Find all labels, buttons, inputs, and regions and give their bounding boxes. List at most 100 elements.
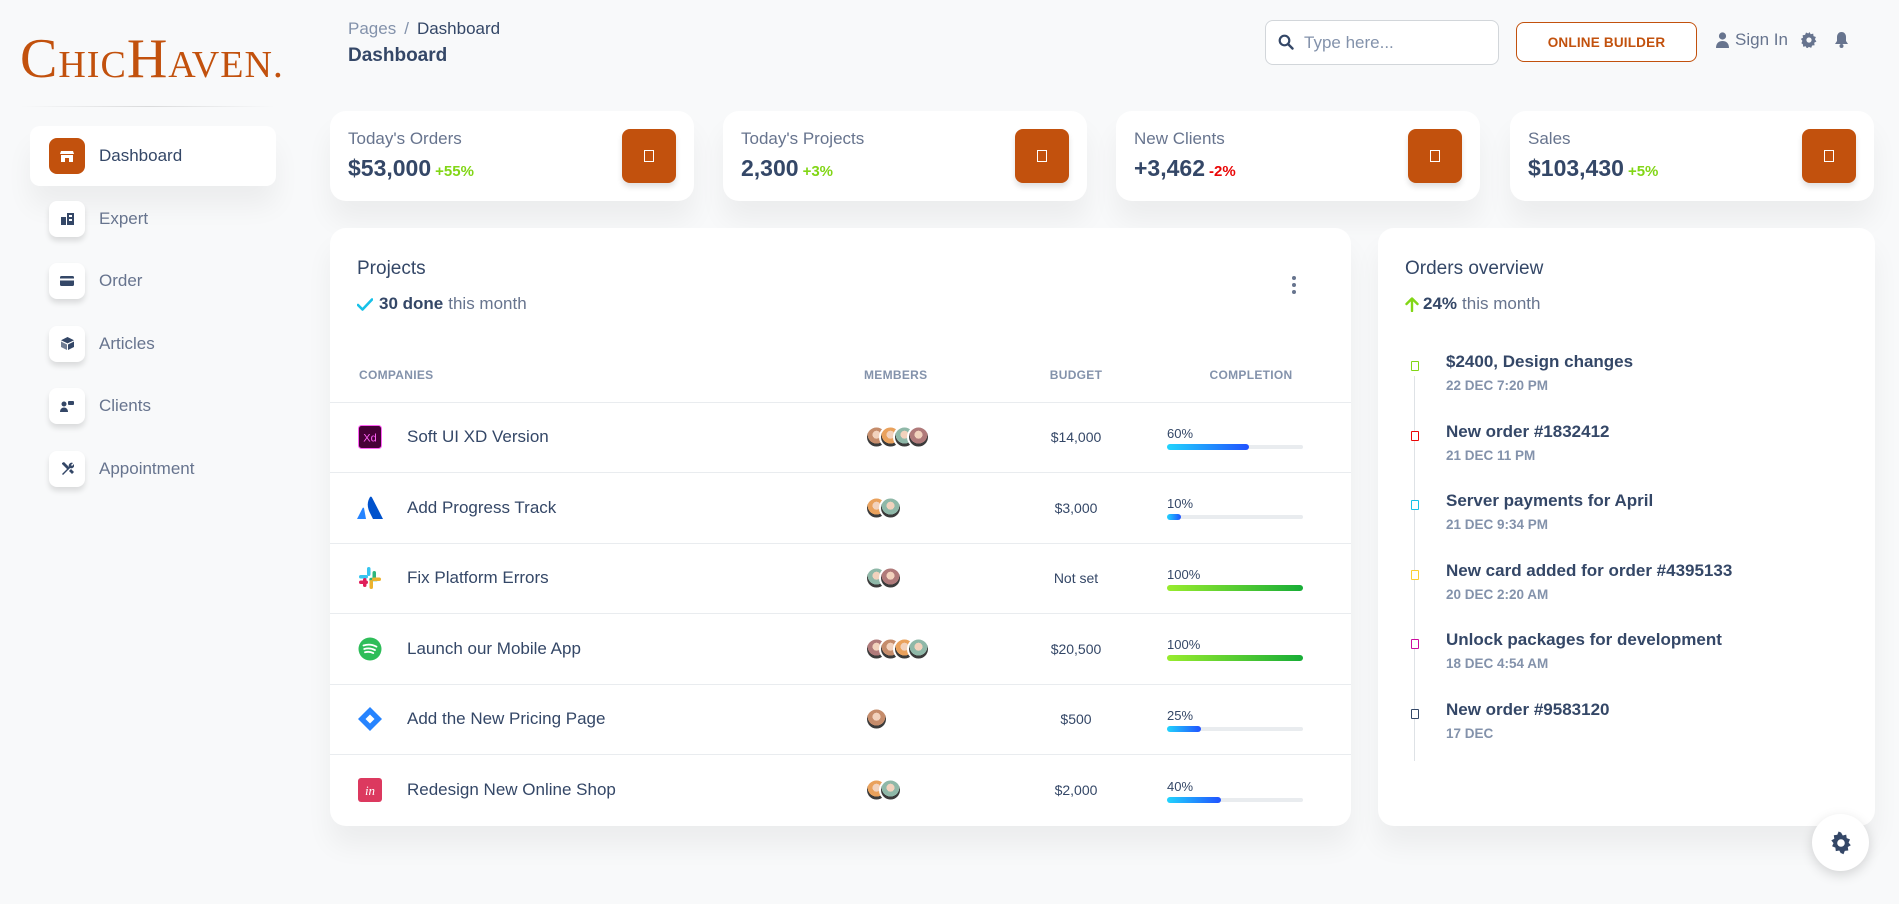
stat-label: Today's Orders: [348, 129, 462, 148]
members-avatars: [865, 425, 930, 449]
orders-percent: 24%: [1423, 294, 1458, 313]
atlassian-logo: [357, 495, 383, 521]
stat-icon: [1408, 129, 1462, 183]
table-row[interactable]: in Redesign New Online Shop $2,000 40%: [330, 755, 1351, 826]
progress-fill: [1167, 443, 1249, 450]
progress-fill: [1167, 796, 1222, 803]
sidebar-item-appointment[interactable]: Appointment: [30, 439, 276, 499]
sidebar-item-label: Expert: [99, 208, 149, 228]
stat-change: -2%: [1209, 163, 1236, 180]
budget-cell: Not set: [865, 543, 1151, 614]
svg-text:Xd: Xd: [363, 433, 376, 445]
check-icon: [357, 297, 373, 311]
search-box[interactable]: [1265, 20, 1499, 65]
members-avatars: [865, 566, 902, 590]
table-row[interactable]: Launch our Mobile App $20,500 100%: [330, 613, 1351, 685]
completion-cell: 40%: [1151, 755, 1351, 826]
sidebar-item-clients[interactable]: Clients: [30, 376, 276, 436]
breadcrumb: Pages / Dashboard: [348, 19, 500, 39]
completion-percent: 60%: [1167, 425, 1194, 441]
more-options-icon[interactable]: [1289, 276, 1299, 294]
breadcrumb-root[interactable]: Pages: [348, 19, 396, 38]
progress-bar: [1167, 796, 1303, 803]
stat-value: $103,430 +5%: [1528, 155, 1659, 181]
column-header-budget: Members Budget: [864, 368, 1151, 403]
table-row[interactable]: Add Progress Track $3,000 10%: [330, 472, 1351, 544]
avatar[interactable]: [865, 707, 888, 731]
progress-bar: [1167, 514, 1303, 521]
sidebar-item-label: Articles: [99, 333, 155, 353]
avatar[interactable]: [879, 778, 902, 802]
search-input[interactable]: [1304, 32, 1494, 53]
members-avatars: [865, 707, 888, 731]
bell-icon[interactable]: [1834, 32, 1849, 53]
sidebar-item-expert[interactable]: Expert: [30, 189, 276, 249]
stat-icon: [622, 129, 676, 183]
completion-percent: 40%: [1167, 778, 1194, 794]
online-builder-button[interactable]: ONLINE BUILDER: [1516, 22, 1697, 62]
timeline-title: $2400, Design changes: [1446, 352, 1634, 371]
budget-value: $2,000: [1054, 782, 1098, 798]
projects-summary: 30 done this month: [357, 294, 527, 314]
completion-percent: 10%: [1167, 496, 1194, 512]
completion-cell: 100%: [1151, 543, 1351, 614]
timeline-item: New order #1832412 21 DEC 11 PM: [1405, 422, 1845, 492]
stat-label: Today's Projects: [741, 129, 865, 148]
orders-timeline: $2400, Design changes 22 DEC 7:20 PM New o…: [1405, 352, 1845, 769]
members-avatars: [865, 778, 902, 802]
stat-change: +3%: [802, 163, 834, 180]
timeline-marker-icon: [1411, 500, 1419, 510]
stat-card-orders: Today's Orders $53,000 +55%: [330, 111, 694, 201]
avatar[interactable]: [907, 425, 930, 449]
sidebar: CHICHAVEN. Dashboard Expert Order Articl…: [0, 0, 300, 904]
progress-bar: [1167, 725, 1303, 732]
completion-cell: 10%: [1151, 472, 1351, 544]
timeline-title: Server payments for April: [1446, 491, 1654, 510]
sidebar-item-articles[interactable]: Articles: [30, 314, 276, 374]
gear-icon[interactable]: [1800, 32, 1817, 53]
progress-bar: [1167, 443, 1303, 450]
budget-value: $3,000: [1054, 499, 1098, 516]
configurator-button[interactable]: [1812, 814, 1869, 871]
sign-in-link[interactable]: Sign In: [1716, 30, 1788, 50]
avatar[interactable]: [879, 566, 902, 590]
sidebar-item-label: Dashboard: [99, 146, 183, 165]
timeline-marker-icon: [1411, 708, 1419, 719]
members-avatars: [865, 637, 930, 661]
table-row[interactable]: Xd Soft UI XD Version $14,000 60%: [330, 402, 1351, 473]
table-row[interactable]: Fix Platform Errors Not set 100%: [330, 543, 1351, 614]
budget-cell: $3,000: [865, 472, 1151, 544]
orders-overview-card: Orders overview 24% this month $2400, Des…: [1378, 228, 1875, 826]
sidebar-item-dashboard[interactable]: Dashboard: [30, 126, 276, 186]
company-name: Add Progress Track: [407, 497, 557, 517]
table-row[interactable]: Add the New Pricing Page $500 25%: [330, 684, 1351, 755]
avatar[interactable]: [879, 496, 902, 520]
stat-icon: [1015, 129, 1069, 183]
slack-logo: [357, 565, 383, 591]
projects-card: Projects 30 done this month Companies Mem…: [330, 228, 1351, 826]
budget-value: Not set: [1053, 570, 1099, 587]
orders-summary: 24% this month: [1405, 294, 1540, 314]
progress-bar: [1167, 655, 1303, 662]
jira-logo: [357, 706, 383, 732]
avatar[interactable]: [907, 637, 930, 661]
timeline-date: 17 DEC: [1446, 725, 1494, 741]
sidebar-item-label: Clients: [99, 396, 151, 415]
stat-label: New Clients: [1134, 129, 1225, 148]
timeline-item: $2400, Design changes 22 DEC 7:20 PM: [1405, 352, 1845, 422]
projects-table: Companies Members Budget Completion Xd So…: [330, 368, 1351, 825]
stat-change: +55%: [435, 163, 474, 180]
completion-cell: 60%: [1151, 402, 1351, 473]
brand-logo[interactable]: CHICHAVEN.: [20, 31, 284, 87]
company-name: Add the New Pricing Page: [407, 709, 606, 729]
budget-value: $14,000: [1050, 429, 1102, 446]
timeline-title: Unlock packages for development: [1446, 630, 1722, 649]
timeline-marker-icon: [1411, 361, 1419, 371]
column-header-completion: Completion: [1151, 368, 1351, 403]
sidebar-item-label: Appointment: [99, 458, 195, 478]
sidebar-item-order[interactable]: Order: [30, 251, 276, 311]
progress-fill: [1167, 584, 1303, 591]
sidebar-divider: [20, 106, 275, 107]
timeline-date: 21 DEC 9:34 PM: [1446, 517, 1549, 532]
stat-value: 2,300 +3%: [741, 155, 834, 181]
